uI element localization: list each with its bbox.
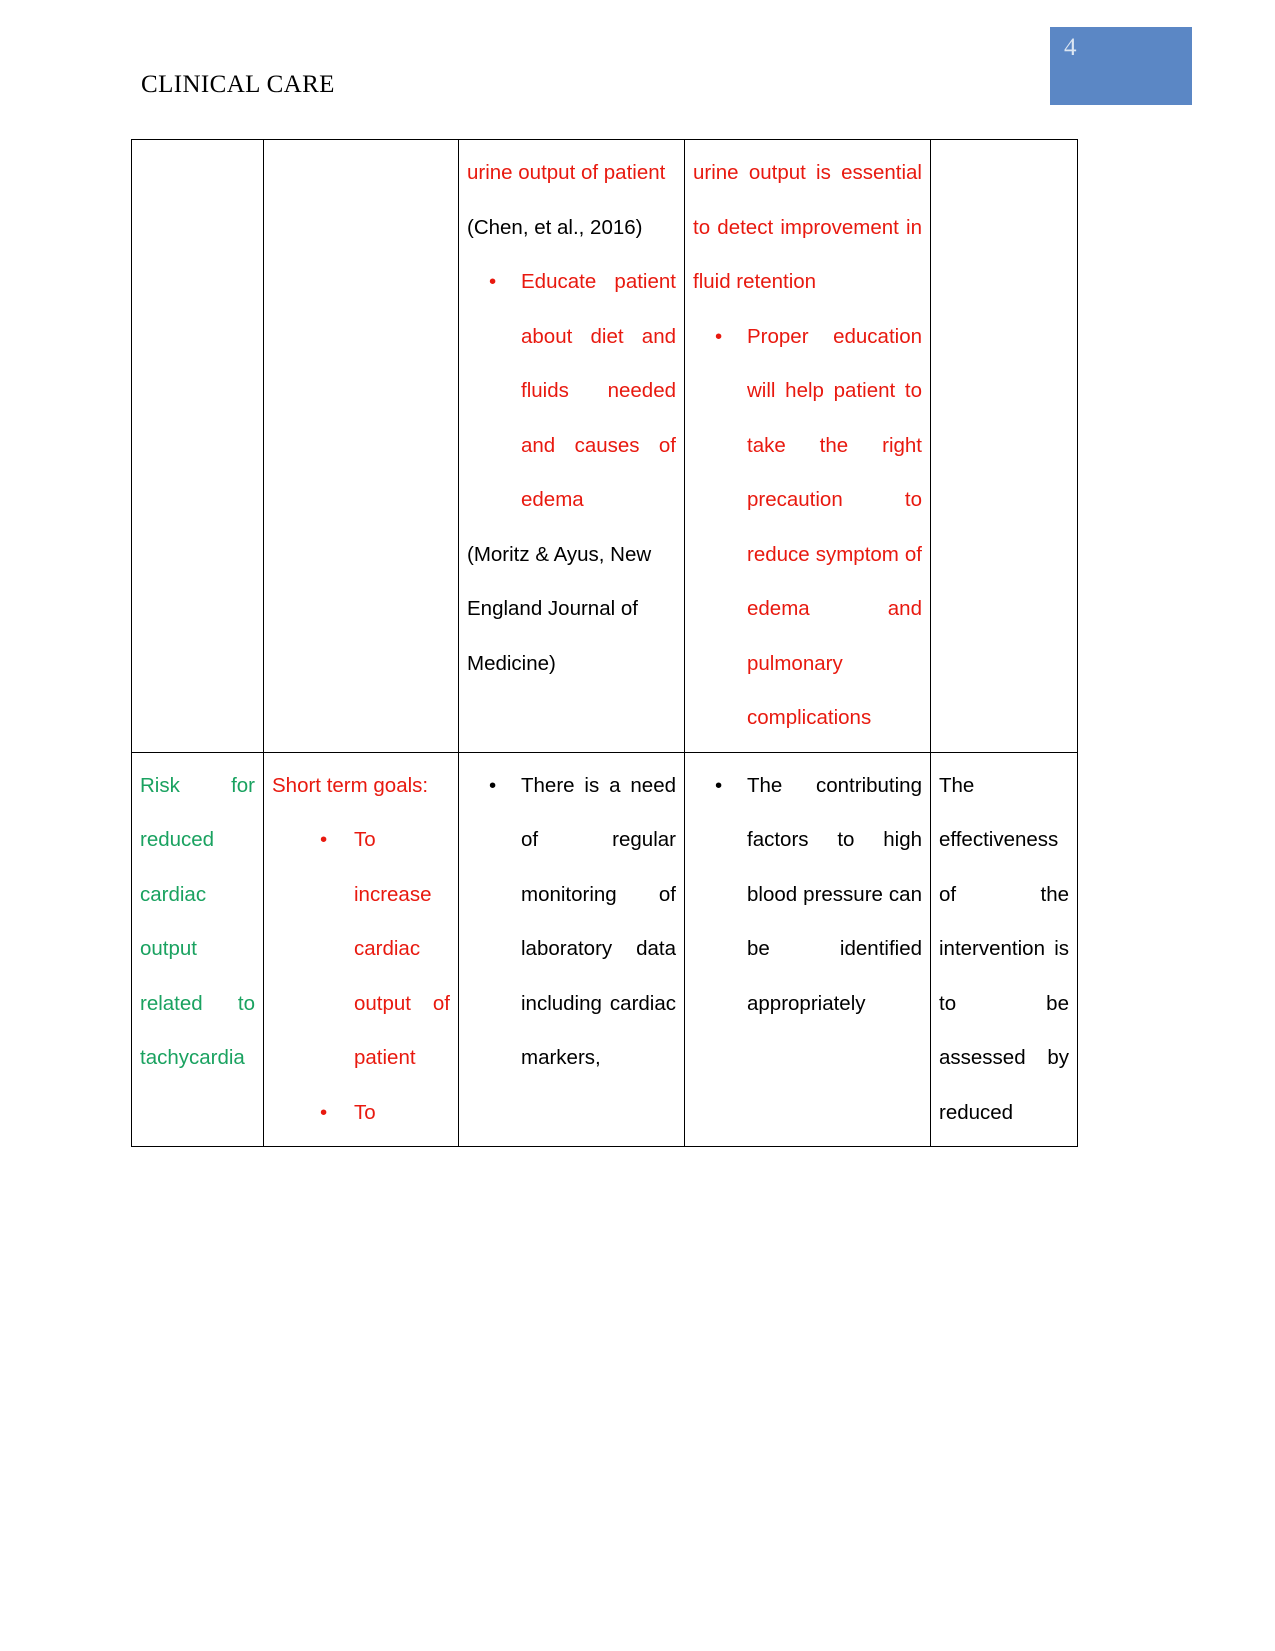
table-row: Risk for reduced cardiac output related … <box>131 751 1078 1147</box>
bullet-text: To <box>354 1100 376 1124</box>
paragraph-urine-output-patient: urine output of patient <box>467 161 666 184</box>
bullet-dot-icon: • <box>715 773 723 797</box>
bullet-dot-icon: • <box>715 324 723 348</box>
cell-diagnosis-row1 <box>131 139 264 753</box>
bullet-proper-education: • Proper education will help patient to … <box>693 310 922 746</box>
paragraph-short-term-goals-heading: Short term goals: <box>272 773 429 797</box>
page-number-label: 4 <box>1064 34 1077 61</box>
care-plan-table: urine output of patient (Chen, et al., 2… <box>131 139 1078 1147</box>
bullet-text: There is a need of regular monitoring of… <box>521 773 676 1070</box>
page-title: CLINICAL CARE <box>141 71 335 98</box>
cell-evaluation-row2: The effectiveness of the intervention is… <box>930 751 1078 1147</box>
cell-goals-row2: Short term goals: • To increase cardiac … <box>263 751 459 1147</box>
bullet-educate-patient: • Educate patient about diet and fluids … <box>467 255 676 528</box>
cell-diagnosis-row2: Risk for reduced cardiac output related … <box>131 751 264 1147</box>
bullet-to-continued: • To <box>272 1086 450 1141</box>
bullet-text: The contributing factors to high blood p… <box>747 773 922 1015</box>
page-header: 4 CLINICAL CARE <box>0 0 1275 130</box>
bullet-increase-cardiac-output: • To increase cardiac output of patient <box>272 813 450 1086</box>
bullet-text: To increase cardiac output of patient <box>354 828 450 1069</box>
cell-rationale-row1: urine output is essential to detect impr… <box>684 139 931 753</box>
bullet-dot-icon: • <box>320 828 328 851</box>
paragraph-urine-output-essential: urine output is essential to detect impr… <box>693 161 922 293</box>
bullet-text: Educate patient about diet and fluids ne… <box>521 270 676 511</box>
bullet-dot-icon: • <box>489 270 497 293</box>
paragraph-nursing-diagnosis: Risk for reduced cardiac output related … <box>140 773 255 1070</box>
paragraph-citation-chen: (Chen, et al., 2016) <box>467 215 643 239</box>
cell-interventions-row1: urine output of patient (Chen, et al., 2… <box>458 139 685 753</box>
bullet-monitor-lab-data: • There is a need of regular monitoring … <box>467 759 676 1086</box>
bullet-dot-icon: • <box>489 773 497 797</box>
paragraph-citation-moritz: (Moritz & Ayus, New England Journal of M… <box>467 542 652 675</box>
bullet-contributing-factors: • The contributing factors to high blood… <box>693 759 922 1032</box>
table-row: urine output of patient (Chen, et al., 2… <box>131 139 1078 753</box>
cell-rationale-row2: • The contributing factors to high blood… <box>684 751 931 1147</box>
paragraph-evaluation-effectiveness: The effectiveness of the intervention is… <box>939 773 1069 1124</box>
bullet-dot-icon: • <box>320 1100 328 1124</box>
bullet-text: Proper education will help patient to ta… <box>747 324 922 730</box>
document-page: 4 CLINICAL CARE urine output of patient … <box>0 0 1275 1651</box>
cell-evaluation-row1 <box>930 139 1078 753</box>
cell-interventions-row2: • There is a need of regular monitoring … <box>458 751 685 1147</box>
cell-goals-row1 <box>263 139 459 753</box>
